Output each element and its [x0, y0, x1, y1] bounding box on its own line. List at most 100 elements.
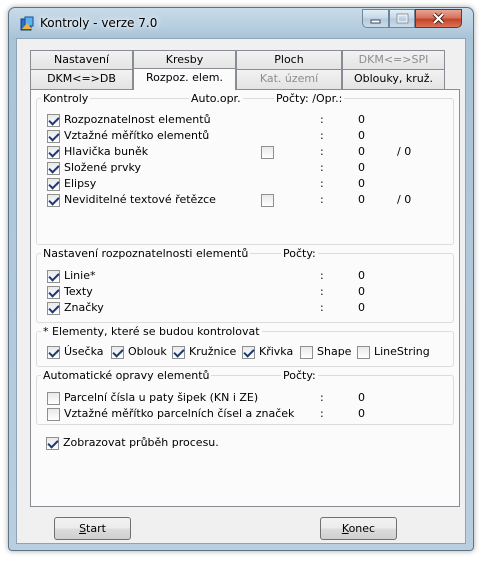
tab-page-rozpoz-elem: Kontroly Auto.opr. Počty: /Opr.: Rozpozn…	[30, 89, 460, 507]
kruznice-checkbox[interactable]	[172, 346, 185, 359]
oblouk-checkbox[interactable]	[111, 346, 124, 359]
count-value: 0	[358, 285, 365, 298]
elipsy-checkbox[interactable]	[47, 178, 60, 191]
texty-checkbox[interactable]	[47, 286, 60, 299]
opravy-group: Automatické opravy elementů Počty: Parce…	[36, 369, 454, 425]
zobrazovat-prubeh-checkbox[interactable]	[46, 437, 59, 450]
rozpoznatelnost-label: Texty	[64, 285, 93, 298]
usecka-checkbox[interactable]	[47, 346, 60, 359]
close-button[interactable]	[415, 9, 462, 28]
parcelni-cisla-checkbox[interactable]	[47, 392, 60, 405]
slozene-prvky-checkbox[interactable]	[47, 162, 60, 175]
start-rest: tart	[86, 522, 106, 535]
count-value: 0	[358, 391, 365, 404]
kontroly-label: Vztažné měřítko elementů	[64, 129, 210, 142]
count-colon: :	[320, 301, 324, 314]
kontroly-title: Kontroly	[41, 92, 91, 105]
tab-dkm-spi[interactable]: DKM<=>SPI	[342, 50, 445, 70]
vztazne-meritko-checkbox[interactable]	[47, 130, 60, 143]
counts-header: Počty: /Opr.:	[274, 92, 345, 105]
counts-header: Počty:	[281, 369, 318, 382]
rozpoznatelnost-label: Značky	[64, 301, 104, 314]
zobrazovat-prubeh-label: Zobrazovat průběh procesu.	[63, 436, 219, 449]
minimize-button[interactable]	[362, 9, 389, 28]
maximize-button[interactable]	[389, 9, 415, 28]
opravy-label: Vztažné měřítko parcelních čísel a znače…	[64, 407, 295, 420]
neviditelne-auto-checkbox[interactable]	[261, 194, 274, 207]
close-icon	[432, 12, 445, 25]
count-colon: :	[320, 113, 324, 126]
kontroly-label: Neviditelné textové řetězce	[64, 193, 216, 206]
titlebar[interactable]: Kontroly - verze 7.0	[9, 8, 473, 36]
element-label: Shape	[317, 345, 352, 358]
count-colon: :	[320, 269, 324, 282]
count-value: 0	[358, 193, 365, 206]
element-label: Křivka	[259, 345, 294, 358]
app-icon	[20, 16, 34, 31]
count-value: 0	[358, 113, 365, 126]
tab-rozpoz-elem[interactable]: Rozpoz. elem.	[133, 68, 236, 90]
element-label: Úsečka	[64, 345, 104, 358]
count-value: 0	[358, 177, 365, 190]
main-window: Kontroly - verze 7.0 Nastavení Kresby Pl…	[8, 7, 474, 551]
count-value: 0	[358, 407, 365, 420]
neviditelne-retezce-checkbox[interactable]	[47, 194, 60, 207]
count-value: 0	[358, 129, 365, 142]
auto-opr-header: Auto.opr.	[189, 92, 243, 105]
dialog-body: Nastavení Kresby Ploch DKM<=>SPI DKM<=>D…	[16, 38, 466, 544]
konec-rest: onec	[348, 522, 376, 535]
rozpoznatelnost-group: Nastavení rozpoznatelnosti elementů Počt…	[36, 247, 454, 323]
window-title: Kontroly - verze 7.0	[40, 16, 158, 30]
tab-dkm-db[interactable]: DKM<=>DB	[30, 69, 133, 89]
rozpoznatelnost-title: Nastavení rozpoznatelnosti elementů	[41, 247, 251, 260]
linie-checkbox[interactable]	[47, 270, 60, 283]
kontroly-label: Rozpoznatelnost elementů	[64, 113, 211, 126]
konec-button[interactable]: Konec	[320, 517, 397, 540]
vztazne-meritko-cisel-checkbox[interactable]	[47, 408, 60, 421]
kontroly-label: Hlavička buněk	[64, 145, 149, 158]
start-accel: S	[79, 522, 87, 535]
count-colon: :	[320, 193, 324, 206]
counts-header: Počty:	[281, 247, 318, 260]
count-colon: :	[320, 145, 324, 158]
elementy-group: * Elementy, které se budou kontrolovat Ú…	[36, 325, 454, 367]
linestring-checkbox[interactable]	[357, 346, 370, 359]
count-colon: :	[320, 161, 324, 174]
tab-kresby[interactable]: Kresby	[133, 50, 236, 70]
shape-checkbox[interactable]	[300, 346, 313, 359]
opr-value: / 0	[397, 193, 412, 206]
element-label: LineString	[374, 345, 430, 358]
hlavicka-bunek-checkbox[interactable]	[47, 146, 60, 159]
count-colon: :	[320, 129, 324, 142]
count-value: 0	[358, 269, 365, 282]
rozpoznatelnost-checkbox[interactable]	[47, 114, 60, 127]
tab-kat-uzemi[interactable]: Kat. území	[236, 69, 342, 89]
opr-value: / 0	[397, 145, 412, 158]
opravy-title: Automatické opravy elementů	[41, 369, 212, 382]
opravy-label: Parcelní čísla u paty šipek (KN i ZE)	[64, 391, 259, 404]
znacky-checkbox[interactable]	[47, 302, 60, 315]
count-value: 0	[358, 161, 365, 174]
maximize-icon	[396, 13, 409, 24]
kontroly-label: Elipsy	[64, 177, 97, 190]
rozpoznatelnost-label: Linie*	[64, 269, 96, 282]
count-colon: :	[320, 177, 324, 190]
minimize-icon	[370, 19, 381, 24]
hlavicka-auto-checkbox[interactable]	[261, 146, 274, 159]
konec-accel: K	[341, 522, 349, 535]
elementy-title: * Elementy, které se budou kontrolovat	[41, 325, 262, 338]
element-label: Oblouk	[128, 345, 167, 358]
tab-nastaveni[interactable]: Nastavení	[30, 50, 133, 70]
start-button[interactable]: Start	[54, 517, 131, 540]
kontroly-label: Složené prvky	[64, 161, 142, 174]
element-label: Kružnice	[189, 345, 237, 358]
count-colon: :	[320, 391, 324, 404]
kontroly-group: Kontroly Auto.opr. Počty: /Opr.: Rozpozn…	[36, 92, 454, 245]
count-value: 0	[358, 145, 365, 158]
krivka-checkbox[interactable]	[242, 346, 255, 359]
count-value: 0	[358, 301, 365, 314]
tab-ploch[interactable]: Ploch	[236, 50, 342, 70]
tab-oblouky-kruz[interactable]: Oblouky, kruž.	[342, 69, 445, 89]
count-colon: :	[320, 285, 324, 298]
count-colon: :	[320, 407, 324, 420]
